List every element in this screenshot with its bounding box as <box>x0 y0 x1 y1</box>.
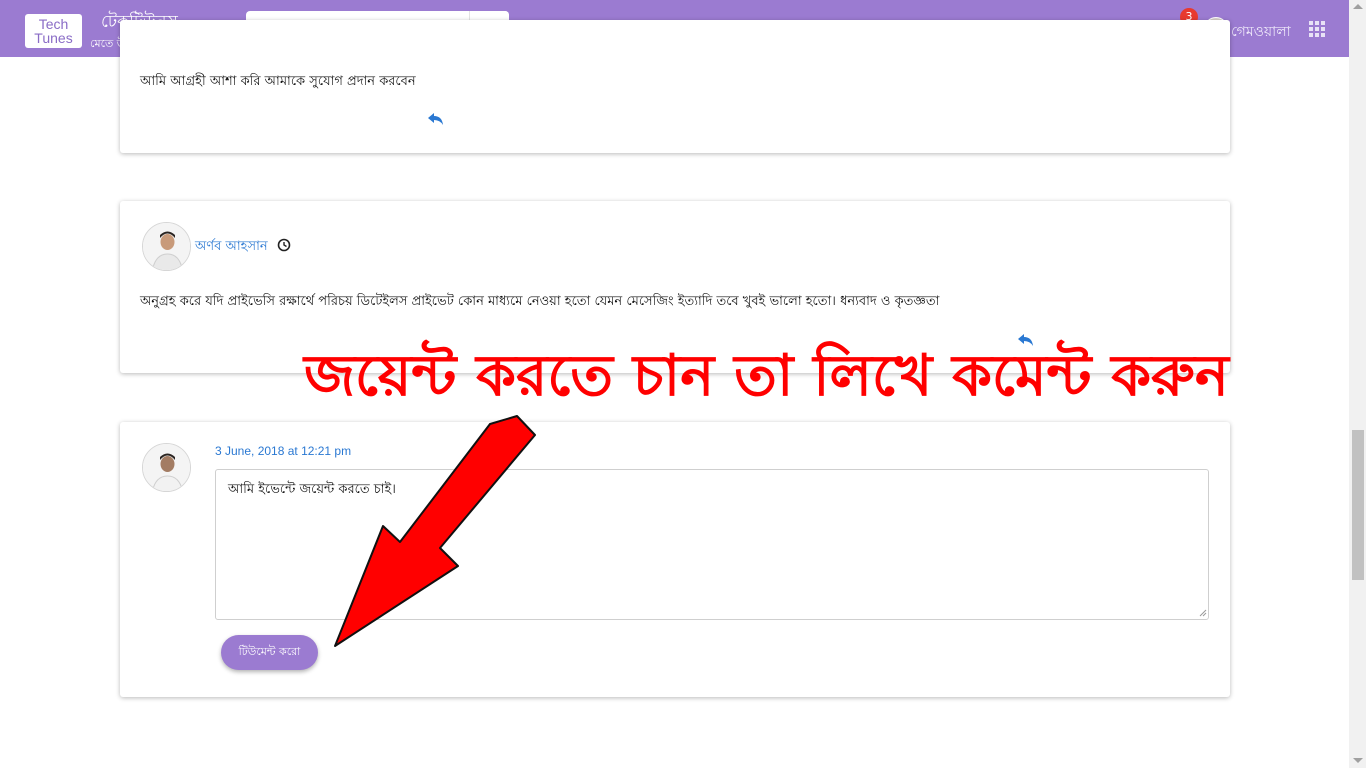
comment-composer: 3 June, 2018 at 12:21 pm আমি ইভেন্টে জয়… <box>120 422 1230 697</box>
red-arrow-icon <box>334 415 536 647</box>
site-logo[interactable]: Tech Tunes <box>25 14 82 48</box>
person-photo-icon <box>143 444 190 491</box>
clock-icon <box>277 238 291 252</box>
logo-line2: Tunes <box>34 30 73 46</box>
annotation-text: জয়েন্ট করতে চান তা লিখে কমেন্ট করুন <box>304 343 1229 409</box>
current-user-avatar <box>142 443 191 492</box>
comment-text: অনুগ্রহ করে যদি প্রাইভেসি রক্ষার্থে পরিচ… <box>140 294 940 309</box>
comment-card: আমি আগ্রহী আশা করি আমাকে সুযোগ প্রদান কর… <box>120 20 1230 153</box>
logo-line1: Tech <box>38 16 69 32</box>
scroll-down-arrow-icon[interactable] <box>1353 758 1363 763</box>
grid-apps-icon[interactable] <box>1307 19 1327 39</box>
scrollbar-thumb[interactable] <box>1352 430 1364 580</box>
resize-grip-icon[interactable] <box>1197 607 1207 617</box>
user-name[interactable]: গেমওয়ালা <box>1231 20 1291 44</box>
scroll-up-arrow-icon[interactable] <box>1353 4 1363 9</box>
page-scrollbar[interactable] <box>1349 0 1366 768</box>
submit-comment-button[interactable]: টিউমেন্ট করো <box>221 635 318 670</box>
comment-text: আমি আগ্রহী আশা করি আমাকে সুযোগ প্রদান কর… <box>140 74 416 89</box>
author-name[interactable]: অর্ণব আহসান <box>195 237 268 258</box>
person-photo-icon <box>143 223 190 270</box>
reply-icon[interactable] <box>427 112 445 126</box>
commenter-avatar[interactable] <box>142 222 191 271</box>
